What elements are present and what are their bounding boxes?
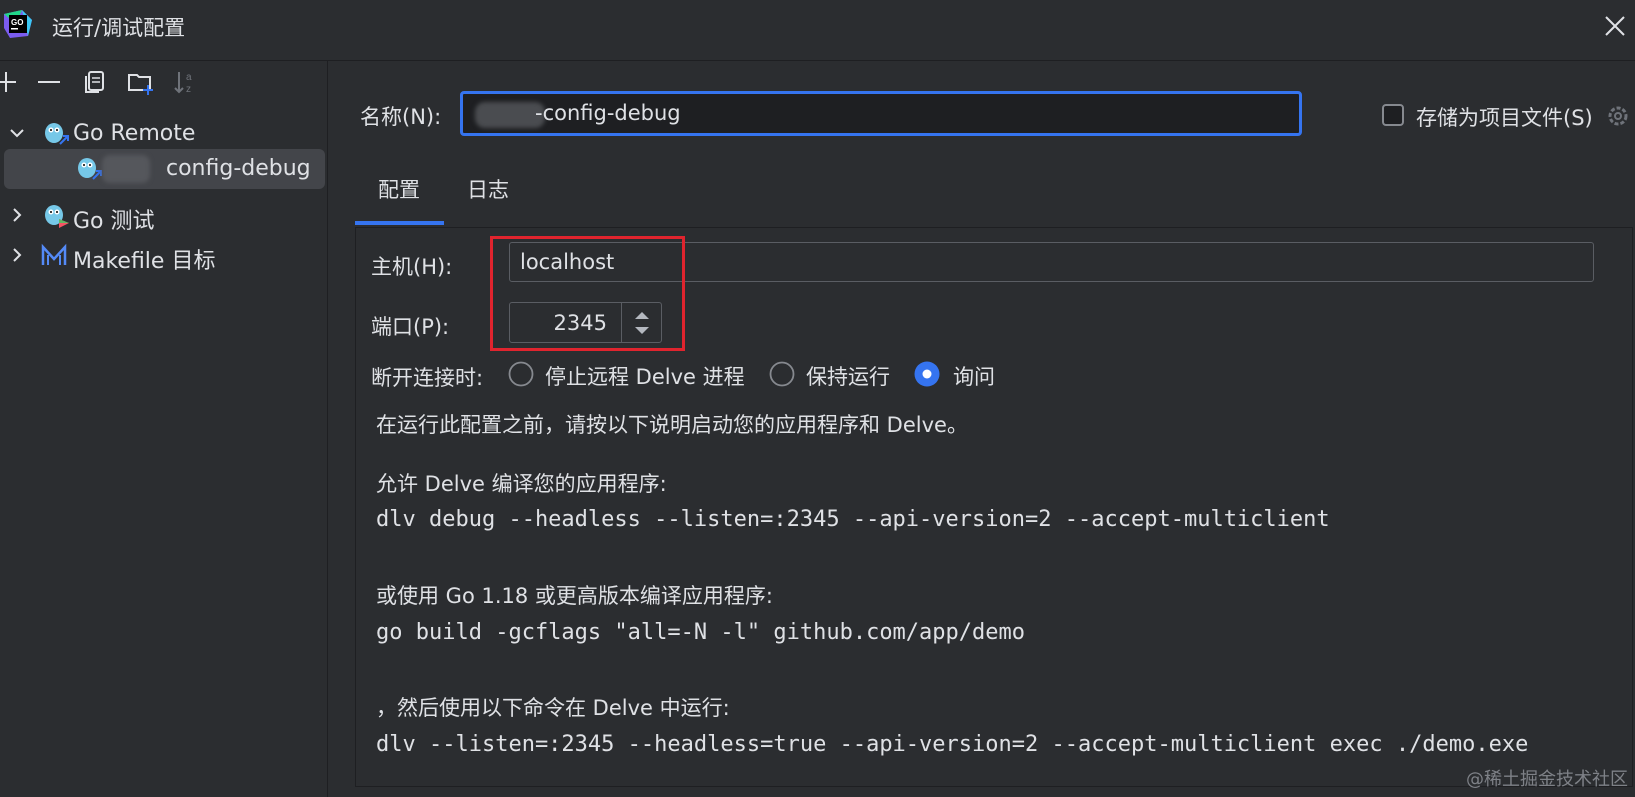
sort-icon[interactable]: a z — [172, 68, 200, 96]
store-as-project-file-label[interactable]: 存储为项目文件(S) — [1416, 102, 1593, 132]
radio-stop-delve[interactable] — [508, 361, 534, 387]
radio-label-stop-delve[interactable]: 停止远程 Delve 进程 — [545, 361, 745, 391]
red-highlight-annotation — [490, 236, 685, 351]
tree-group-go-test[interactable]: Go 测试 — [0, 196, 327, 236]
radio-label-ask[interactable]: 询问 — [953, 361, 995, 391]
close-icon[interactable] — [1600, 11, 1630, 41]
goland-logo-icon: GO — [4, 10, 32, 38]
chevron-right-icon[interactable] — [6, 244, 28, 266]
instruction-step1: 允许 Delve 编译您的应用程序: — [376, 472, 667, 496]
radio-ask-selected[interactable] — [914, 361, 940, 387]
svg-text:GO: GO — [11, 18, 23, 27]
watermark: @稀土掘金技术社区 — [1466, 769, 1628, 790]
tab-config[interactable]: 配置 — [378, 174, 420, 204]
copy-icon[interactable] — [81, 68, 109, 96]
tree-label-makefile: Makefile 目标 — [73, 249, 216, 274]
tree-label-go-remote: Go Remote — [73, 121, 196, 146]
tree-label-go-test: Go 测试 — [73, 209, 155, 234]
radio-label-keep-running[interactable]: 保持运行 — [806, 361, 890, 391]
tree-label-config-debug: config-debug — [166, 156, 311, 181]
tree-item-config-debug[interactable]: config-debug — [4, 149, 325, 189]
command-dlv-exec: dlv --listen=:2345 --headless=true --api… — [376, 732, 1529, 757]
configuration-tree-pane: a z Go Remote config-debug Go 测试 Makefil… — [0, 61, 328, 797]
makefile-icon — [41, 243, 67, 265]
instruction-step2: 或使用 Go 1.18 或更高版本编译应用程序: — [376, 584, 773, 608]
minus-icon[interactable] — [35, 68, 63, 96]
command-dlv-debug: dlv debug --headless --listen=:2345 --ap… — [376, 507, 1330, 532]
tab-logs[interactable]: 日志 — [467, 174, 509, 204]
name-label: 名称(N): — [360, 105, 442, 129]
tree-group-go-remote[interactable]: Go Remote — [0, 114, 327, 154]
instruction-intro: 在运行此配置之前，请按以下说明启动您的应用程序和 Delve。 — [376, 413, 968, 437]
go-remote-icon — [45, 123, 69, 145]
command-go-build: go build -gcflags "all=-N -l" github.com… — [376, 620, 1026, 645]
disconnect-label: 断开连接时: — [371, 366, 484, 390]
tab-selected-indicator — [355, 221, 444, 225]
name-input[interactable]: -config-debug — [460, 91, 1302, 136]
redacted-blur — [102, 155, 150, 183]
port-label: 端口(P): — [371, 315, 450, 339]
radio-keep-running[interactable] — [769, 361, 795, 387]
new-folder-icon[interactable] — [126, 68, 154, 96]
go-remote-icon — [78, 158, 102, 180]
name-value: -config-debug — [535, 101, 681, 125]
chevron-right-icon[interactable] — [6, 204, 28, 226]
go-test-icon — [45, 205, 69, 228]
plus-icon[interactable] — [0, 68, 20, 96]
chevron-down-icon[interactable] — [6, 122, 28, 144]
svg-text:a: a — [186, 72, 192, 83]
title-bar: GO 运行/调试配置 — [0, 0, 1635, 61]
store-as-project-file-checkbox[interactable] — [1382, 104, 1404, 126]
svg-text:z: z — [186, 84, 191, 95]
tree-group-makefile[interactable]: Makefile 目标 — [0, 236, 327, 276]
instruction-step3: ，然后使用以下命令在 Delve 中运行: — [376, 696, 730, 720]
host-label: 主机(H): — [371, 255, 453, 279]
window-title: 运行/调试配置 — [52, 16, 186, 40]
gear-icon[interactable] — [1605, 103, 1631, 129]
